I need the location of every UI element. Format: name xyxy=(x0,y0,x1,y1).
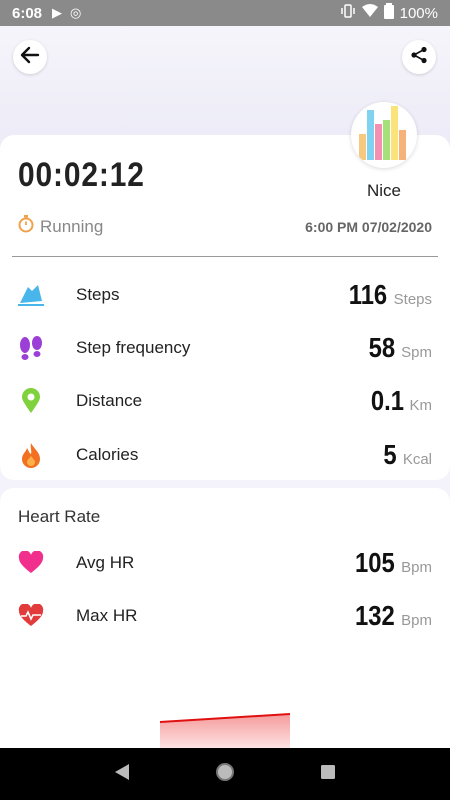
metric-label: Calories xyxy=(76,445,139,464)
vibrate-icon xyxy=(340,4,356,22)
wifi-icon xyxy=(361,4,378,22)
metric-value: 0.1 Km xyxy=(365,385,432,417)
flame-icon xyxy=(17,441,45,469)
metric-row-avg-hr: Avg HR 105 Bpm xyxy=(0,543,450,583)
metric-row-distance: Distance 0.1 Km xyxy=(0,381,450,421)
metric-label: Distance xyxy=(76,391,143,410)
metric-unit: Bpm xyxy=(401,612,432,629)
metric-row-steps: Steps 116 Steps xyxy=(0,275,450,315)
divider xyxy=(12,256,438,257)
metric-label: Avg HR xyxy=(76,553,135,572)
arrow-left-icon xyxy=(20,45,40,70)
metric-unit: Bpm xyxy=(401,559,432,576)
circle-home-icon xyxy=(215,762,235,787)
metric-number: 0.1 xyxy=(370,385,404,416)
back-button[interactable] xyxy=(13,40,47,74)
heart-rate-chart xyxy=(160,713,290,748)
metric-number: 5 xyxy=(383,439,397,470)
heart-rate-area xyxy=(160,714,290,748)
metric-unit: Steps xyxy=(393,291,432,308)
heart-rate-title: Heart Rate xyxy=(18,507,101,526)
heart-icon xyxy=(17,549,45,577)
metric-label: Step frequency xyxy=(76,338,191,357)
status-bar: 6:08 ▶ ◎ 100% xyxy=(0,0,450,26)
status-right: 100% xyxy=(340,3,438,23)
metric-value: 132 Bpm xyxy=(348,600,432,632)
grade-chart-icon xyxy=(351,102,417,168)
workout-duration: 00:02:12 xyxy=(18,156,145,194)
metric-row-calories: Calories 5 Kcal xyxy=(0,435,450,475)
play-store-icon: ▶ xyxy=(52,5,63,20)
workout-datetime: 6:00 PM 07/02/2020 xyxy=(305,219,432,235)
share-icon xyxy=(410,46,428,69)
nav-recents-button[interactable] xyxy=(308,754,348,794)
heart-pulse-icon xyxy=(17,602,45,630)
metric-number: 58 xyxy=(368,332,396,363)
metric-number: 116 xyxy=(349,279,388,310)
battery-icon xyxy=(383,3,394,23)
status-time: 6:08 xyxy=(12,4,43,22)
sync-icon: ◎ xyxy=(70,5,82,20)
metric-value: 58 Spm xyxy=(364,332,432,364)
location-pin-icon xyxy=(17,387,45,415)
steps-icon xyxy=(17,281,45,309)
metric-number: 105 xyxy=(355,547,396,578)
triangle-back-icon xyxy=(114,763,130,786)
square-recents-icon xyxy=(320,764,336,785)
metric-unit: Spm xyxy=(401,344,432,361)
nav-home-button[interactable] xyxy=(205,754,245,794)
metric-row-max-hr: Max HR 132 Bpm xyxy=(0,596,450,636)
metric-number: 132 xyxy=(355,600,396,631)
metric-unit: Kcal xyxy=(402,451,432,468)
activity-type: Running xyxy=(18,215,103,238)
metric-value: 5 Kcal xyxy=(381,439,432,471)
metric-label: Max HR xyxy=(76,606,138,625)
battery-percent: 100% xyxy=(399,4,438,22)
stopwatch-icon xyxy=(18,215,34,238)
metric-value: 116 Steps xyxy=(342,279,432,311)
grade-label: Nice xyxy=(366,181,401,200)
system-nav-bar xyxy=(0,748,450,800)
metric-label: Steps xyxy=(76,285,120,304)
metric-value: 105 Bpm xyxy=(348,547,432,579)
nav-back-button[interactable] xyxy=(102,754,142,794)
footprints-icon xyxy=(17,334,45,362)
metric-row-step-frequency: Step frequency 58 Spm xyxy=(0,328,450,368)
share-button[interactable] xyxy=(402,40,436,74)
metric-unit: Km xyxy=(409,397,433,414)
activity-label: Running xyxy=(40,216,104,236)
